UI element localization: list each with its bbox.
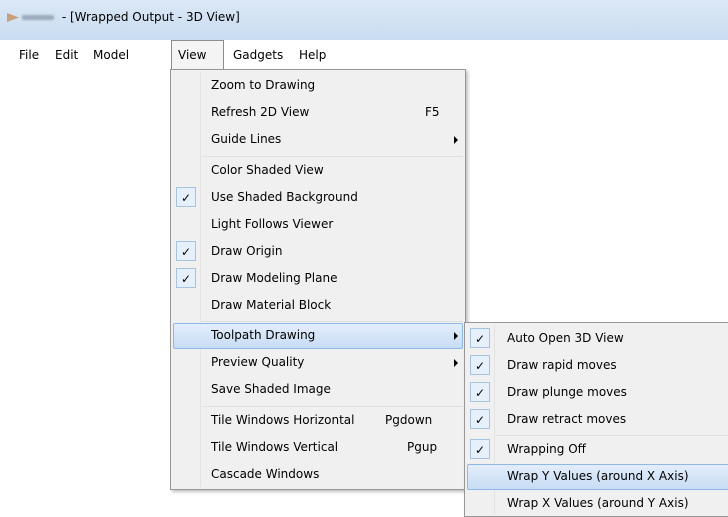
submenu-arrow-icon (454, 136, 458, 144)
checkmark-icon: ✓ (470, 328, 490, 348)
menu-item-preview-quality[interactable]: Preview Quality (173, 350, 463, 376)
menu-item-label: Draw plunge moves (507, 385, 627, 399)
shortcut-label: Pgup (407, 440, 438, 454)
menu-edit[interactable]: Edit (55, 48, 78, 62)
menu-item-label: Auto Open 3D View (507, 331, 624, 345)
menu-item-light-follows-viewer[interactable]: Light Follows Viewer (173, 212, 463, 238)
app-icon (7, 13, 19, 22)
checkmark-icon: ✓ (470, 355, 490, 375)
checkmark-icon: ✓ (470, 409, 490, 429)
shortcut-label: Pgdown (385, 413, 433, 427)
menu-item-label: Guide Lines (211, 132, 282, 146)
menu-file[interactable]: File (19, 48, 39, 62)
menu-item-label: Wrap X Values (around Y Axis) (507, 496, 689, 510)
submenu-item-draw-retract-moves[interactable]: ✓ Draw retract moves (467, 407, 728, 433)
menu-separator (202, 406, 463, 407)
menu-item-draw-origin[interactable]: ✓ Draw Origin (173, 239, 463, 265)
menu-item-refresh-2d-view[interactable]: Refresh 2D View F5 (173, 100, 463, 126)
menu-item-label: Draw Origin (211, 244, 283, 258)
menu-item-label: Draw retract moves (507, 412, 627, 426)
submenu-arrow-icon (454, 332, 458, 340)
checkmark-icon: ✓ (470, 382, 490, 402)
menu-item-label: Wrap Y Values (around X Axis) (507, 469, 689, 483)
submenu-arrow-icon (454, 359, 458, 367)
menu-item-label: Draw rapid moves (507, 358, 617, 372)
menu-item-guide-lines[interactable]: Guide Lines (173, 127, 463, 153)
menu-separator (202, 321, 463, 322)
menu-view[interactable]: View (178, 48, 206, 62)
menu-item-label: Use Shaded Background (211, 190, 358, 204)
menu-item-cascade-windows[interactable]: Cascade Windows (173, 462, 463, 488)
menu-item-toolpath-drawing[interactable]: Toolpath Drawing (173, 323, 463, 349)
checkmark-icon: ✓ (470, 439, 490, 459)
menu-item-label: Save Shaded Image (211, 382, 331, 396)
window-title: - [Wrapped Output - 3D View] (58, 10, 240, 24)
view-menu: Zoom to Drawing Refresh 2D View F5 Guide… (170, 69, 466, 490)
menu-model[interactable]: Model (93, 48, 129, 62)
menu-item-label: Preview Quality (211, 355, 305, 369)
menu-separator (202, 156, 463, 157)
checkmark-icon: ✓ (176, 241, 196, 261)
toolpath-drawing-submenu: ✓ Auto Open 3D View ✓ Draw rapid moves ✓… (464, 322, 728, 517)
menu-item-color-shaded-view[interactable]: Color Shaded View (173, 158, 463, 184)
title-bar: - [Wrapped Output - 3D View] (0, 0, 728, 40)
menu-item-label: Light Follows Viewer (211, 217, 334, 231)
submenu-item-wrap-y-values[interactable]: Wrap Y Values (around X Axis) (467, 464, 728, 490)
menu-item-label: Cascade Windows (211, 467, 320, 481)
menu-item-tile-windows-horizontal[interactable]: Tile Windows Horizontal Pgdown (173, 408, 463, 434)
submenu-item-draw-rapid-moves[interactable]: ✓ Draw rapid moves (467, 353, 728, 379)
menu-item-label: Wrapping Off (507, 442, 586, 456)
menu-item-label: Color Shaded View (211, 163, 324, 177)
submenu-item-wrap-x-values[interactable]: Wrap X Values (around Y Axis) (467, 491, 728, 517)
menu-item-use-shaded-background[interactable]: ✓ Use Shaded Background (173, 185, 463, 211)
menu-item-draw-modeling-plane[interactable]: ✓ Draw Modeling Plane (173, 266, 463, 292)
submenu-item-draw-plunge-moves[interactable]: ✓ Draw plunge moves (467, 380, 728, 406)
checkmark-icon: ✓ (176, 268, 196, 288)
checkmark-icon: ✓ (176, 187, 196, 207)
menu-item-label: Refresh 2D View (211, 105, 310, 119)
menu-gadgets[interactable]: Gadgets (233, 48, 283, 62)
menu-item-tile-windows-vertical[interactable]: Tile Windows Vertical Pgup (173, 435, 463, 461)
menu-help[interactable]: Help (299, 48, 326, 62)
menu-item-label: Tile Windows Vertical (211, 440, 339, 454)
menu-item-label: Draw Modeling Plane (211, 271, 338, 285)
menu-item-zoom-to-drawing[interactable]: Zoom to Drawing (173, 73, 463, 99)
app-name-blurred (22, 15, 54, 20)
submenu-item-auto-open-3d-view[interactable]: ✓ Auto Open 3D View (467, 326, 728, 352)
shortcut-label: F5 (425, 105, 440, 119)
menu-item-label: Toolpath Drawing (211, 328, 316, 342)
menu-item-label: Zoom to Drawing (211, 78, 316, 92)
submenu-item-wrapping-off[interactable]: ✓ Wrapping Off (467, 437, 728, 463)
menu-item-save-shaded-image[interactable]: Save Shaded Image (173, 377, 463, 403)
menu-item-draw-material-block[interactable]: Draw Material Block (173, 293, 463, 319)
menu-item-label: Tile Windows Horizontal (211, 413, 355, 427)
menu-item-label: Draw Material Block (211, 298, 332, 312)
menu-separator (496, 435, 728, 436)
